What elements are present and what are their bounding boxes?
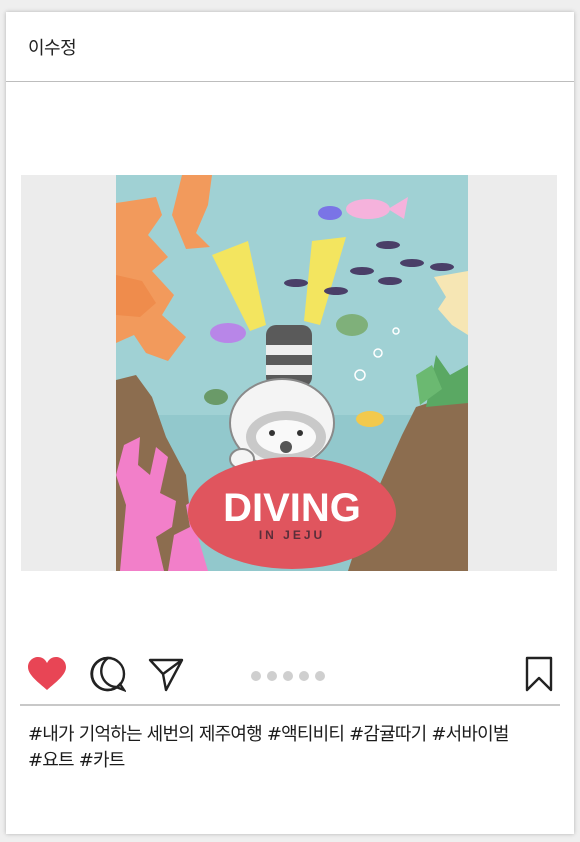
username[interactable]: 이수정: [28, 34, 77, 60]
diving-illustration: DIVING IN JEJU: [116, 175, 468, 571]
heart-icon[interactable]: [28, 657, 66, 691]
bookmark-icon[interactable]: [524, 656, 554, 692]
carousel-dot: [315, 671, 325, 681]
carousel-dot: [267, 671, 277, 681]
post-media[interactable]: DIVING IN JEJU: [21, 175, 557, 571]
illustration-subtitle: IN JEJU: [259, 528, 325, 542]
post-caption: #내가 기억하는 세번의 제주여행 #액티비티 #감귤따기 #서바이벌 #요트 …: [28, 722, 548, 774]
carousel-dot: [251, 671, 261, 681]
carousel-dot: [299, 671, 309, 681]
comment-icon[interactable]: [90, 656, 126, 692]
post-header: 이수정: [6, 12, 574, 82]
send-icon[interactable]: [148, 656, 184, 692]
divider: [20, 704, 560, 706]
carousel-indicator: [251, 666, 331, 681]
action-bar: [6, 652, 574, 702]
post-card: 이수정 DIVING IN JEJU #내가 기억하는 세번의 제주여행 #액티…: [6, 12, 574, 834]
carousel-dot: [283, 671, 293, 681]
illustration-title: DIVING: [223, 486, 361, 530]
illustration-svg: DIVING IN JEJU: [116, 175, 468, 571]
caption-line: #요트 #카트: [28, 750, 125, 771]
caption-line: #내가 기억하는 세번의 제주여행 #액티비티 #감귤따기 #서바이벌: [28, 724, 509, 745]
